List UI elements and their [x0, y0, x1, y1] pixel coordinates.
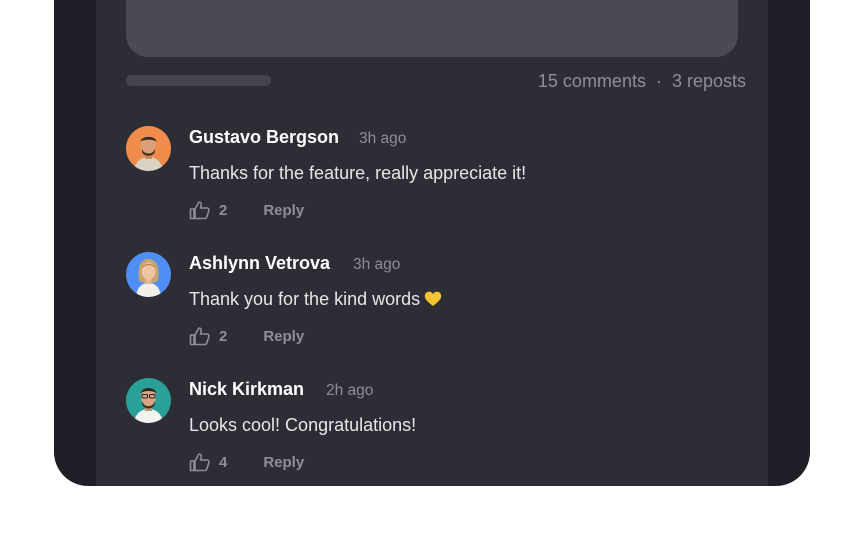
avatar[interactable] — [126, 252, 171, 297]
comment-author[interactable]: Nick Kirkman — [189, 379, 304, 400]
avatar[interactable] — [126, 378, 171, 423]
reply-button[interactable]: Reply — [263, 202, 304, 219]
avatar[interactable] — [126, 126, 171, 171]
comment-item: Ashlynn Vetrova 3h ago Thank you for the… — [126, 252, 738, 362]
post-stats: 15 comments · 3 reposts — [538, 71, 746, 92]
comment-item: Nick Kirkman 2h ago Looks cool! Congratu… — [126, 378, 738, 486]
reply-button[interactable]: Reply — [263, 328, 304, 345]
like-button[interactable]: 2 — [189, 326, 227, 346]
comment-author[interactable]: Gustavo Bergson — [189, 127, 339, 148]
reposts-count[interactable]: 3 reposts — [672, 71, 746, 92]
like-button[interactable]: 4 — [189, 452, 227, 472]
comment-actions: 4 Reply — [189, 450, 304, 474]
device-frame: 15 comments · 3 reposts Gustavo Bergson … — [54, 0, 810, 486]
comment-time: 3h ago — [353, 256, 401, 273]
comment-time: 3h ago — [359, 130, 407, 147]
comment-item: Gustavo Bergson 3h ago Thanks for the fe… — [126, 126, 738, 236]
reply-button[interactable]: Reply — [263, 454, 304, 471]
comment-time: 2h ago — [326, 382, 374, 399]
yellow-heart-icon — [424, 291, 442, 312]
comment-text: Thank you for the kind words — [189, 289, 442, 312]
comments-count[interactable]: 15 comments — [538, 71, 646, 92]
comments-panel: 15 comments · 3 reposts Gustavo Bergson … — [96, 0, 768, 486]
comment-text-content: Thank you for the kind words — [189, 289, 421, 309]
comment-actions: 2 Reply — [189, 324, 304, 348]
like-count: 4 — [219, 453, 228, 471]
comment-actions: 2 Reply — [189, 198, 304, 222]
like-count: 2 — [219, 327, 228, 345]
thumbs-up-icon — [189, 200, 211, 220]
comment-text: Looks cool! Congratulations! — [189, 415, 417, 435]
like-count: 2 — [219, 201, 228, 219]
like-button[interactable]: 2 — [189, 200, 227, 220]
stats-separator: · — [655, 71, 662, 91]
thumbs-up-icon — [189, 452, 211, 472]
post-media — [126, 0, 738, 57]
comment-text: Thanks for the feature, really appreciat… — [189, 163, 527, 183]
thumbs-up-icon — [189, 326, 211, 346]
comment-author[interactable]: Ashlynn Vetrova — [189, 253, 330, 274]
loading-placeholder — [126, 75, 271, 86]
